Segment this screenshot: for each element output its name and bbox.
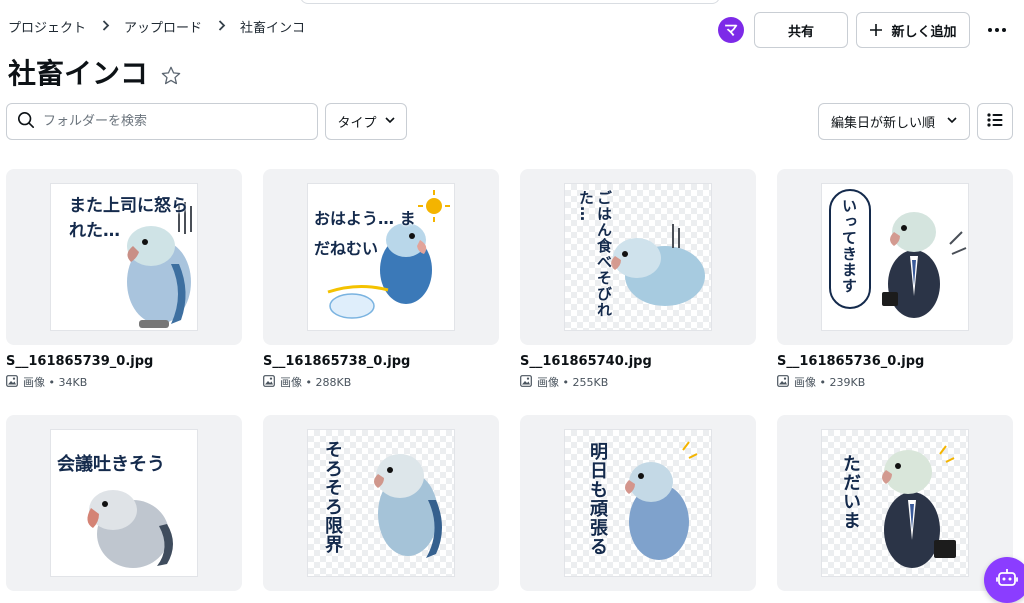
add-new-button[interactable]: 新しく追加 (856, 12, 970, 48)
sticker-caption: いってきます (840, 198, 858, 294)
file-card[interactable]: ただいま (777, 415, 1013, 591)
file-name[interactable]: S__161865738_0.jpg (263, 354, 499, 369)
file-meta-text: 画像 • 255KB (537, 376, 609, 389)
plus-icon (869, 20, 883, 40)
file-name[interactable]: S__161865739_0.jpg (6, 354, 242, 369)
breadcrumb-projects[interactable]: プロジェクト (8, 17, 86, 36)
file-meta: 画像 • 255KB (520, 374, 756, 390)
file-card[interactable]: そろそろ限界 (263, 415, 499, 591)
chevron-right-icon (102, 19, 110, 35)
file-card[interactable]: 明日も頑張る (520, 415, 756, 591)
share-button[interactable]: 共有 (754, 12, 848, 48)
type-filter-dropdown[interactable]: タイプ (325, 103, 407, 140)
sticker-image: そろそろ限界 (307, 429, 455, 577)
file-card[interactable]: いってきます S__161865736_0.jpg 画像 • 239KB (777, 169, 1013, 390)
file-name[interactable]: S__161865740.jpg (520, 354, 756, 369)
file-thumbnail-area[interactable]: ごはん食べそびれた… (520, 169, 756, 345)
file-thumbnail-area[interactable]: いってきます (777, 169, 1013, 345)
page-title: 社畜インコ (8, 52, 182, 92)
file-thumbnail-area[interactable]: また上司に怒られた… (6, 169, 242, 345)
sticker-image: 明日も頑張る (564, 429, 712, 577)
folder-search-box[interactable] (6, 103, 318, 140)
file-name[interactable]: S__161865736_0.jpg (777, 354, 1013, 369)
avatar[interactable]: マ (718, 17, 744, 43)
sticker-caption: 会議吐きそう (57, 454, 165, 475)
robot-icon (996, 568, 1018, 592)
chevron-right-icon (218, 19, 226, 35)
file-thumbnail-area[interactable]: 明日も頑張る (520, 415, 756, 591)
sticker-image: また上司に怒られた… (50, 183, 198, 331)
sticker-caption: 明日も頑張る (587, 442, 608, 556)
list-view-toggle[interactable] (977, 103, 1013, 140)
file-thumbnail-area[interactable]: おはよう… まだねむい (263, 169, 499, 345)
sticker-image: おはよう… まだねむい (307, 183, 455, 331)
file-card[interactable]: 会議吐きそう (6, 415, 242, 591)
file-meta-text: 画像 • 34KB (23, 376, 88, 389)
top-search-bar-edge (300, 0, 720, 4)
image-icon (6, 374, 18, 390)
sticker-caption: また上司に怒られた… (69, 196, 188, 241)
sort-dropdown[interactable]: 編集日が新しい順 (818, 103, 970, 140)
breadcrumb: プロジェクト アップロード 社畜インコ (8, 17, 305, 36)
image-icon (263, 374, 275, 390)
sticker-caption: おはよう… まだねむい (314, 209, 416, 258)
folder-search-input[interactable] (43, 114, 303, 129)
image-icon (777, 374, 789, 390)
folder-title: 社畜インコ (8, 57, 149, 90)
file-meta-text: 画像 • 288KB (280, 376, 352, 389)
sticker-caption: ただいま (840, 454, 861, 530)
file-card[interactable]: おはよう… まだねむい S__161865738_0.jpg 画像 • 288K… (263, 169, 499, 390)
sticker-caption: そろそろ限界 (322, 440, 343, 554)
breadcrumb-uploads[interactable]: アップロード (124, 17, 202, 36)
breadcrumb-current-folder: 社畜インコ (240, 21, 306, 36)
sticker-caption: ごはん食べそびれた… (577, 190, 613, 318)
file-meta: 画像 • 34KB (6, 374, 242, 390)
search-icon (17, 111, 35, 133)
header-actions: マ 共有 新しく追加 (718, 12, 1012, 48)
image-icon (520, 374, 532, 390)
add-new-label: 新しく追加 (891, 24, 957, 40)
file-meta: 画像 • 288KB (263, 374, 499, 390)
file-meta: 画像 • 239KB (777, 374, 1013, 390)
sort-label: 編集日が新しい順 (830, 116, 935, 131)
chevron-down-icon (947, 116, 957, 127)
chevron-down-icon (384, 116, 395, 127)
file-card[interactable]: ごはん食べそびれた… S__161865740.jpg 画像 • 255KB (520, 169, 756, 390)
sticker-image: ただいま (821, 429, 969, 577)
sticker-image: ごはん食べそびれた… (564, 183, 712, 331)
file-thumbnail-area[interactable]: ただいま (777, 415, 1013, 591)
file-card[interactable]: また上司に怒られた… S__161865739_0.jpg 画像 • 34KB (6, 169, 242, 390)
file-meta-text: 画像 • 239KB (794, 376, 866, 389)
sticker-image: いってきます (821, 183, 969, 331)
list-view-icon (987, 112, 1003, 131)
sticker-image: 会議吐きそう (50, 429, 198, 577)
more-options-icon[interactable] (982, 15, 1012, 45)
file-thumbnail-area[interactable]: そろそろ限界 (263, 415, 499, 591)
type-filter-label: タイプ (337, 116, 377, 131)
star-icon[interactable] (160, 61, 182, 85)
file-thumbnail-area[interactable]: 会議吐きそう (6, 415, 242, 591)
assistant-button[interactable] (984, 557, 1024, 603)
